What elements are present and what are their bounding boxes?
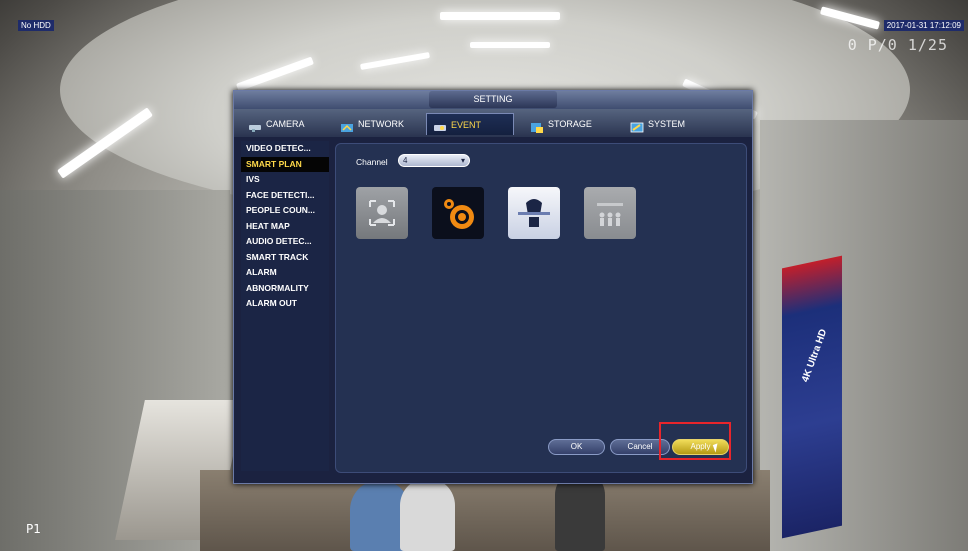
- sidebar-item-audio-detect[interactable]: AUDIO DETEC...: [241, 234, 329, 250]
- channel-select[interactable]: 4 ▾: [398, 154, 470, 167]
- camera-icon: [248, 119, 262, 132]
- tab-network[interactable]: NETWORK: [334, 113, 422, 135]
- promo-banner: [782, 255, 842, 539]
- sidebar-item-abnormality[interactable]: ABNORMALITY: [241, 281, 329, 297]
- person: [400, 478, 455, 551]
- tab-storage[interactable]: STORAGE: [524, 113, 612, 135]
- tab-label: SYSTEM: [648, 119, 686, 129]
- network-icon: [340, 119, 354, 132]
- sidebar-item-smart-plan[interactable]: SMART PLAN: [241, 156, 329, 172]
- title-bar: SETTING: [234, 91, 752, 109]
- tab-label: NETWORK: [358, 119, 404, 129]
- people-counting-icon: [597, 203, 623, 226]
- face-detection-icon: [369, 200, 395, 226]
- storage-icon: [530, 119, 544, 133]
- ivs-plan[interactable]: [508, 187, 560, 239]
- ceiling-light: [440, 12, 560, 20]
- tab-camera[interactable]: CAMERA: [242, 113, 330, 135]
- ceiling-light: [470, 42, 550, 48]
- tab-event[interactable]: EVENT: [426, 113, 514, 135]
- sidebar-item-alarm[interactable]: ALARM: [241, 265, 329, 281]
- heat-map-plan[interactable]: [432, 187, 484, 239]
- timestamp-ghost: 0 P/0 1/25: [847, 36, 948, 54]
- tab-label: STORAGE: [548, 119, 592, 129]
- sidebar-item-alarm-out[interactable]: ALARM OUT: [241, 296, 329, 312]
- dialog-title: SETTING: [429, 91, 557, 108]
- tab-label: CAMERA: [266, 119, 305, 129]
- channel-corner-label: P1: [26, 522, 41, 536]
- channel-value: 4: [403, 156, 408, 165]
- event-icon: [433, 119, 447, 131]
- chevron-down-icon: ▾: [460, 156, 465, 165]
- system-icon: [630, 119, 644, 132]
- ivs-icon: [518, 199, 550, 227]
- sidebar-item-people-counting[interactable]: PEOPLE COUN...: [241, 203, 329, 219]
- timestamp: 2017-01-31 17:12:09: [883, 20, 964, 31]
- channel-label: Channel: [356, 157, 388, 167]
- main-tabs: CAMERA NETWORK EVENT STORAGE SYSTEM: [234, 109, 752, 137]
- apply-highlight-box: [659, 422, 731, 460]
- hdd-status: No HDD: [18, 20, 54, 31]
- sidebar-item-smart-track[interactable]: SMART TRACK: [241, 250, 329, 266]
- sidebar-item-face-detection[interactable]: FACE DETECTI...: [241, 188, 329, 204]
- sidebar-item-heat-map[interactable]: HEAT MAP: [241, 219, 329, 235]
- people-counting-plan[interactable]: [584, 187, 636, 239]
- ok-button[interactable]: OK: [548, 439, 605, 455]
- event-sidebar: VIDEO DETEC... SMART PLAN IVS FACE DETEC…: [241, 141, 329, 471]
- face-detection-plan[interactable]: [356, 187, 408, 239]
- tab-system[interactable]: SYSTEM: [624, 113, 712, 135]
- heat-map-icon: [444, 199, 474, 229]
- sidebar-item-video-detect[interactable]: VIDEO DETEC...: [241, 141, 329, 157]
- tab-label: EVENT: [451, 119, 482, 130]
- sidebar-item-ivs[interactable]: IVS: [241, 172, 329, 188]
